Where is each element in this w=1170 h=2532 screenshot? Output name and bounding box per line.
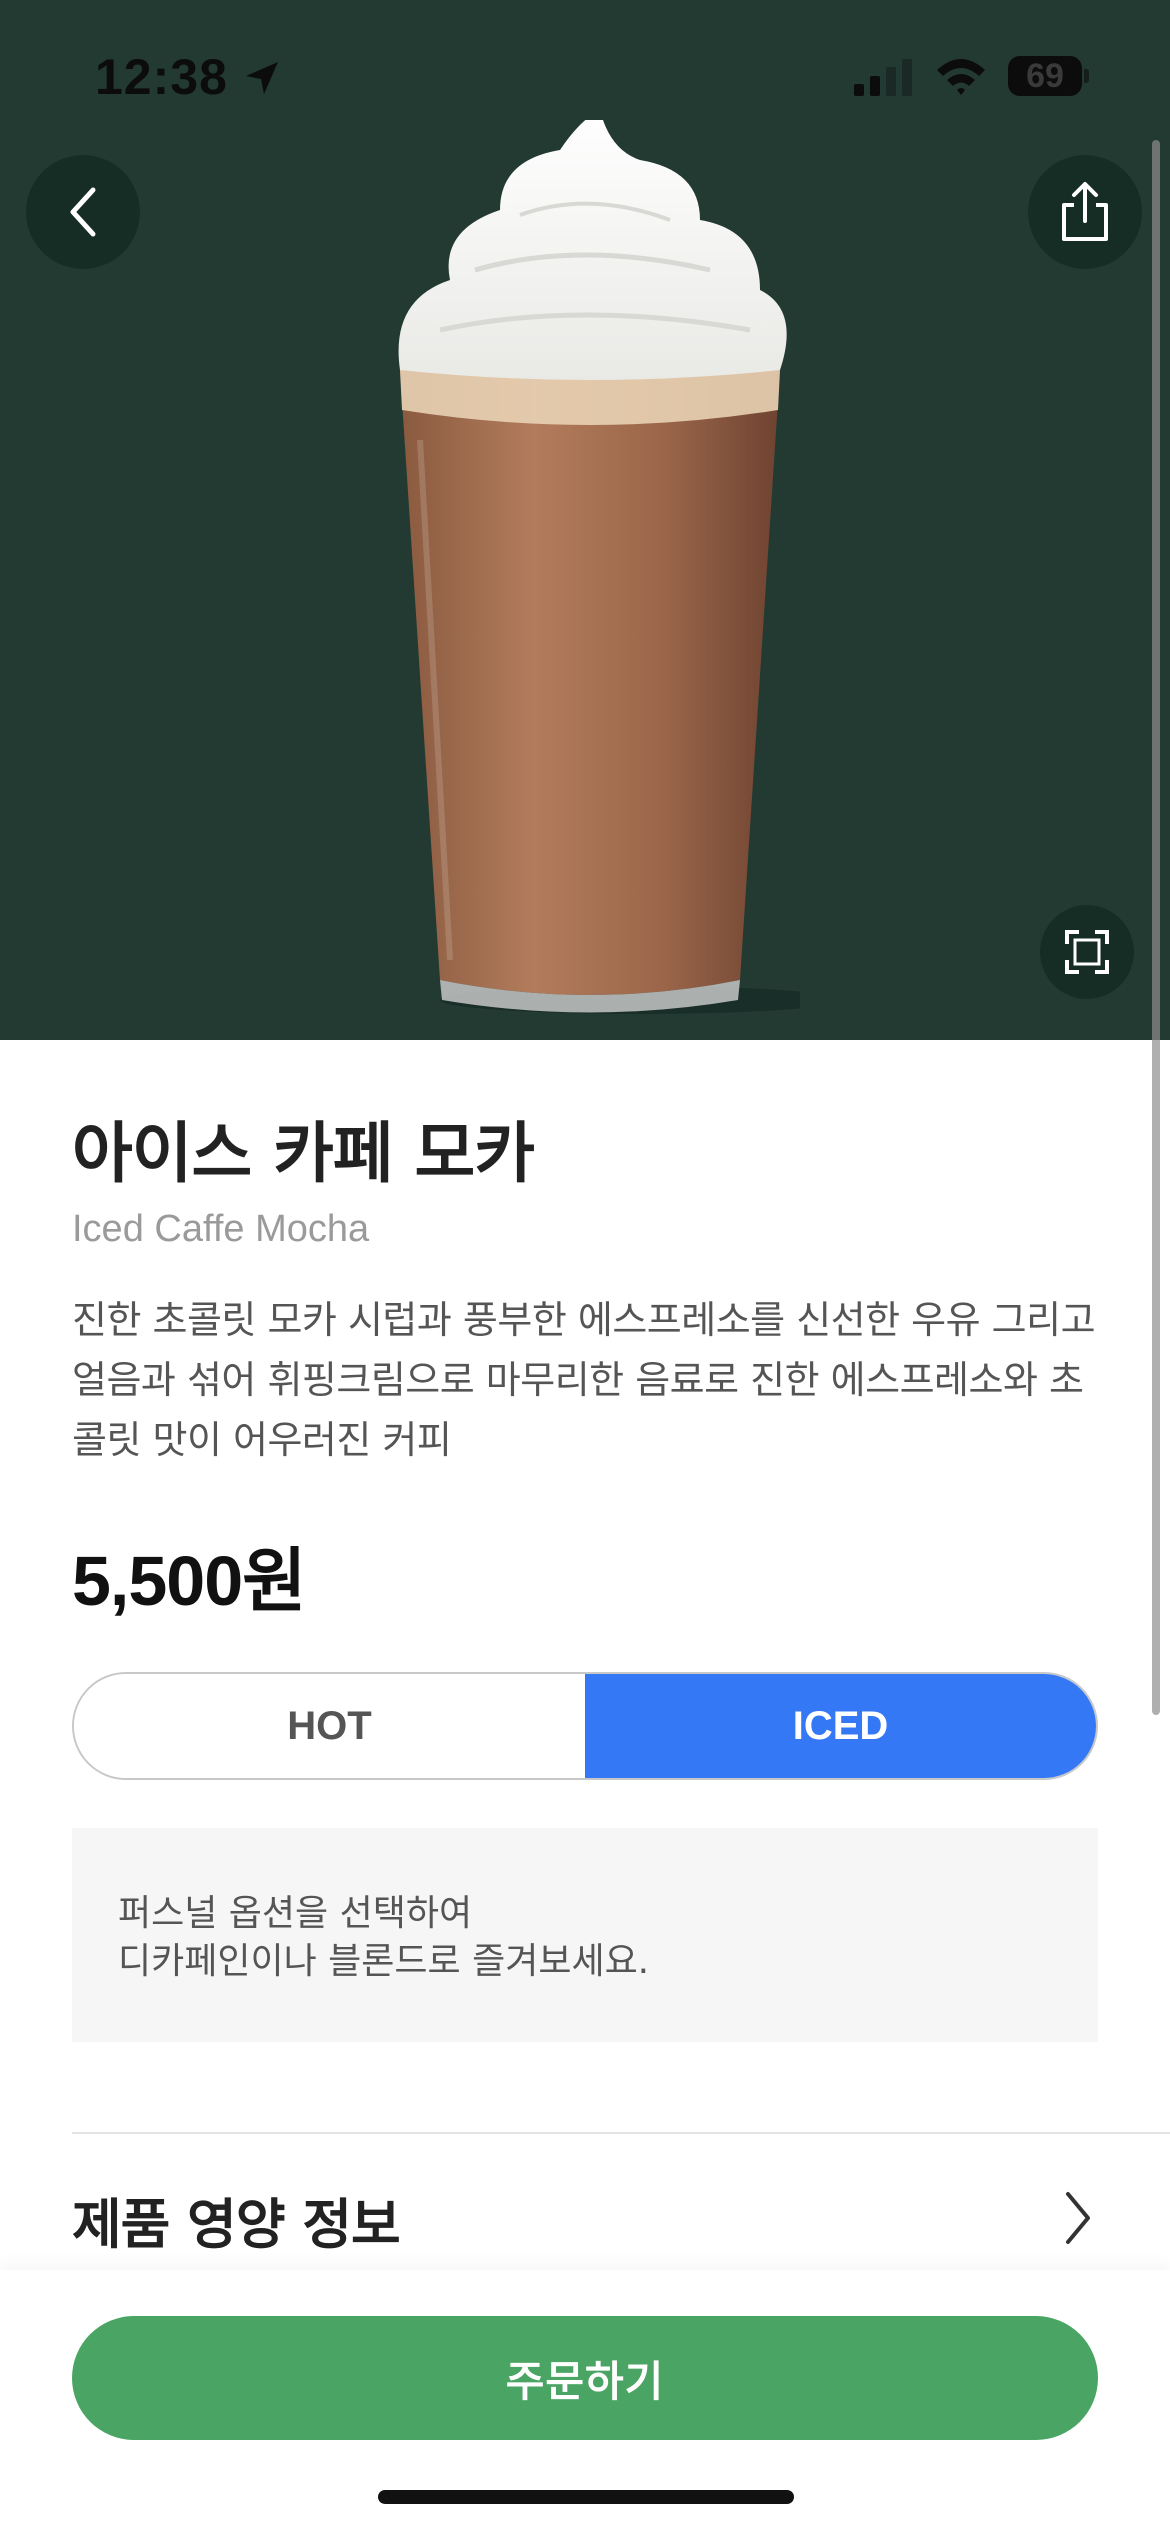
product-image: [398, 120, 800, 1014]
status-time: 12:38: [95, 49, 228, 105]
battery-level: 69: [1008, 56, 1082, 96]
order-button[interactable]: 주문하기: [72, 2316, 1098, 2440]
personal-option-notice: 퍼스널 옵션을 선택하여 디카페인이나 블론드로 즐겨보세요.: [72, 1828, 1098, 2042]
scroll-indicator[interactable]: [1152, 140, 1160, 1715]
home-indicator[interactable]: [378, 2490, 794, 2504]
battery-icon: 69: [1008, 56, 1089, 96]
product-name-ko: 아이스 카페 모카: [72, 1115, 535, 1192]
product-price: 5,500원: [72, 1542, 307, 1620]
section-divider: [72, 2132, 1170, 2134]
product-description: 진한 초콜릿 모카 시럽과 풍부한 에스프레소를 신선한 우유 그리고 얼음과 …: [72, 1298, 1096, 1462]
wifi-icon: [937, 59, 985, 95]
expand-image-button[interactable]: [1040, 905, 1134, 999]
chevron-left-icon: [70, 187, 96, 237]
iced-option-button[interactable]: ICED: [585, 1674, 1096, 1778]
notice-line-2: 디카페인이나 블론드로 즐겨보세요.: [118, 1941, 650, 1982]
hot-option-button[interactable]: HOT: [74, 1674, 585, 1778]
cellular-signal-icon: [854, 59, 912, 96]
notice-line-1: 퍼스널 옵션을 선택하여: [118, 1893, 473, 1934]
back-button[interactable]: [26, 155, 140, 269]
nutrition-info-label: 제품 영양 정보: [72, 2193, 401, 2256]
location-arrow-icon: [246, 62, 278, 94]
share-icon: [1062, 182, 1108, 241]
share-button[interactable]: [1028, 155, 1142, 269]
battery-tip: [1084, 69, 1089, 83]
product-hero: 12:38 69: [0, 0, 1170, 1040]
chevron-right-icon: [1066, 2192, 1090, 2244]
expand-icon: [1065, 930, 1109, 974]
temperature-toggle: HOT ICED: [72, 1672, 1098, 1780]
status-bar: 12:38 69: [0, 0, 1170, 150]
nutrition-info-row[interactable]: 제품 영양 정보: [72, 2180, 1098, 2260]
product-name-en: Iced Caffe Mocha: [72, 1208, 370, 1250]
